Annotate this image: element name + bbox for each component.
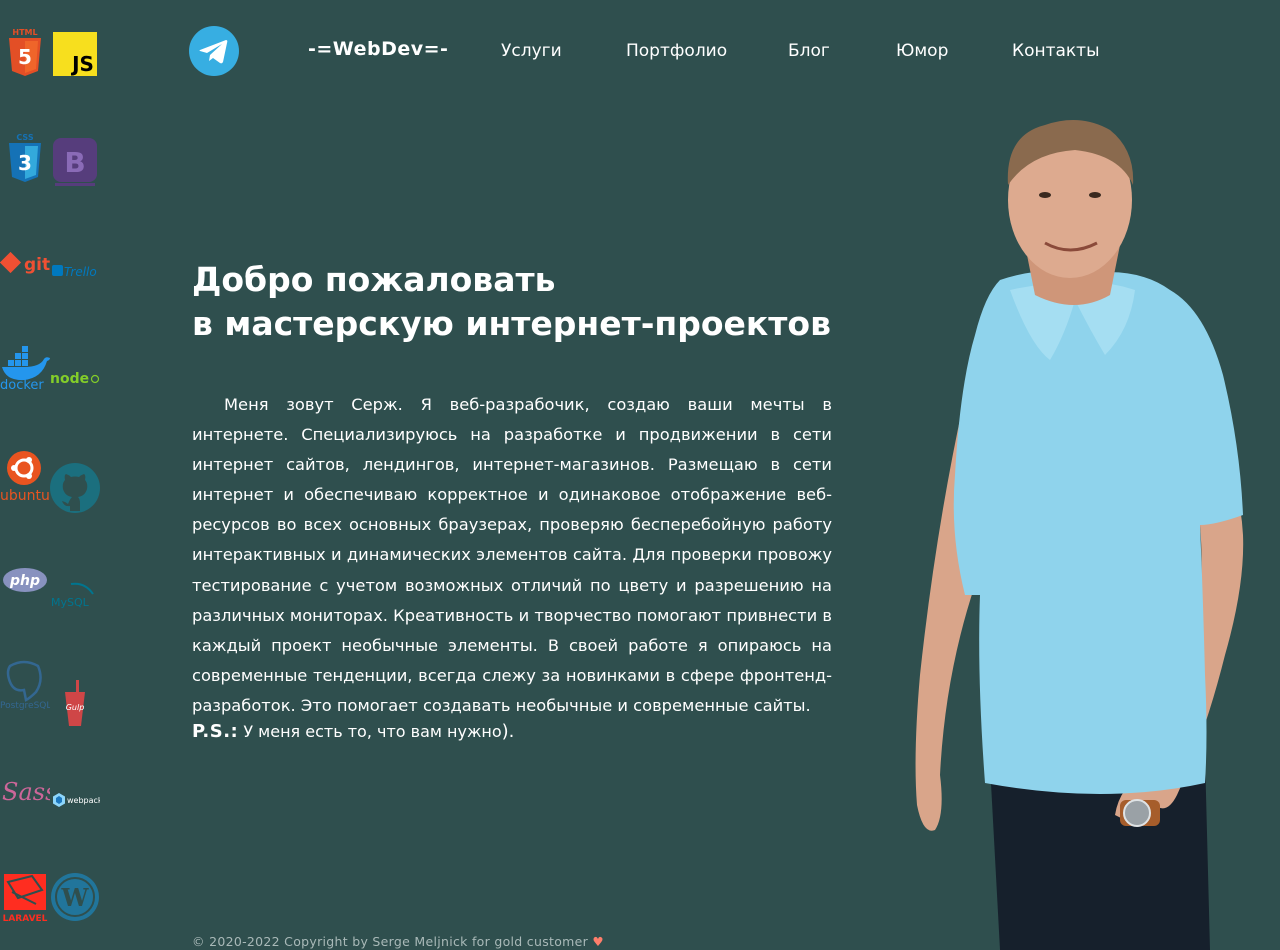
svg-text:git: git [24, 255, 50, 275]
svg-text:Gulp: Gulp [66, 703, 85, 712]
svg-text:CSS: CSS [16, 133, 33, 142]
ps-smile: ). [501, 721, 515, 742]
git-icon: git [0, 252, 50, 275]
nav-contacts[interactable]: Контакты [1012, 41, 1100, 61]
mysql-icon: MySQL [51, 582, 94, 609]
laravel-icon: LARAVEL [3, 874, 48, 924]
nav-humor[interactable]: Юмор [896, 41, 948, 61]
svg-text:3: 3 [18, 151, 32, 175]
wordpress-icon: W [51, 873, 99, 921]
about-text: Меня зовут Серж. Я веб-разрабочик, созда… [192, 395, 832, 715]
svg-text:LARAVEL: LARAVEL [3, 914, 48, 924]
svg-text:Sass: Sass [2, 778, 50, 806]
nav-services[interactable]: Услуги [501, 41, 562, 61]
ubuntu-icon: ubuntu [0, 451, 50, 502]
site-logo[interactable]: -=WebDev=- [308, 38, 448, 60]
svg-text:B: B [64, 146, 85, 179]
title-line-2: в мастерскую интернет-проектов [192, 304, 831, 343]
svg-text:PostgreSQL: PostgreSQL [0, 701, 50, 711]
ps-text: У меня есть то, что вам нужно [238, 722, 502, 741]
gulp-icon: Gulp [65, 680, 85, 726]
svg-text:ubuntu: ubuntu [0, 488, 50, 502]
author-portrait [915, 120, 1244, 950]
footer-copyright: © 2020-2022 Copyright by Serge Meljnick … [192, 934, 604, 949]
docker-icon: docker [0, 346, 50, 393]
javascript-icon: JS [53, 32, 97, 76]
svg-text:HTML: HTML [12, 28, 37, 37]
nodejs-icon: node [50, 371, 100, 387]
telegram-icon [199, 40, 228, 64]
webpack-icon: webpack [53, 793, 100, 807]
title-line-1: Добро пожаловать [192, 260, 556, 299]
github-icon [50, 463, 100, 513]
css3-icon: CSS 3 [9, 133, 41, 182]
sass-icon: Sass [2, 778, 50, 806]
telegram-link[interactable] [189, 26, 239, 76]
ps-label: P.S.: [192, 721, 239, 742]
tech-stack-sidebar: HTML 5 JS CSS 3 B git Trello docker node… [0, 0, 102, 950]
svg-text:MySQL: MySQL [51, 596, 90, 609]
svg-text:php: php [9, 573, 40, 589]
svg-text:W: W [61, 883, 90, 912]
svg-text:webpack: webpack [67, 796, 100, 805]
trello-icon: Trello [52, 265, 97, 279]
html5-icon: HTML 5 [9, 28, 41, 76]
heart-icon: ♥ [592, 934, 604, 949]
bootstrap-icon: B [53, 138, 97, 186]
svg-text:5: 5 [18, 45, 32, 69]
postscript: P.S.: У меня есть то, что вам нужно). [192, 721, 832, 742]
page-title: Добро пожаловать в мастерскую интернет-п… [192, 258, 872, 346]
svg-text:JS: JS [70, 52, 94, 76]
svg-text:docker: docker [0, 378, 44, 393]
postgresql-icon: PostgreSQL [0, 660, 50, 711]
nav-portfolio[interactable]: Портфолио [626, 41, 727, 61]
copyright-text: © 2020-2022 Copyright by Serge Meljnick … [192, 934, 589, 949]
svg-text:node: node [50, 371, 89, 387]
php-icon: php [3, 568, 47, 592]
svg-text:Trello: Trello [64, 265, 97, 279]
nav-blog[interactable]: Блог [788, 41, 830, 61]
